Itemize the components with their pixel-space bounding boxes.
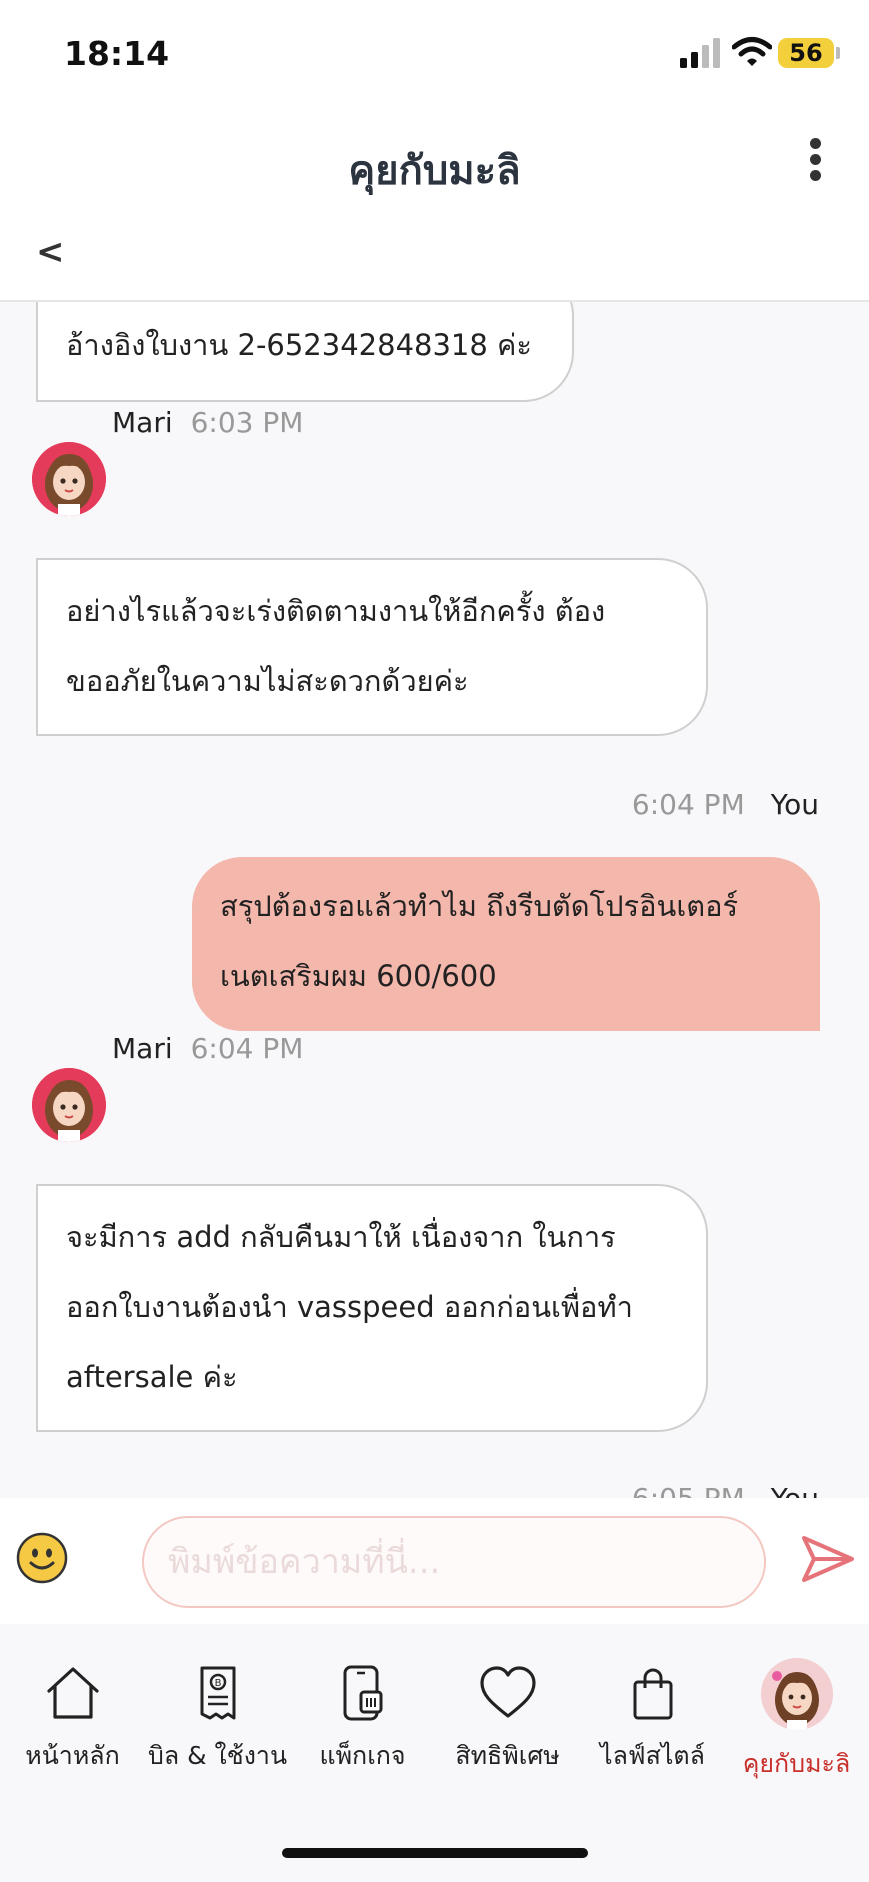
incoming-message-bubble: จะมีการ add กลับคืนมาให้ เนื่องจาก ในการ… (36, 1184, 708, 1432)
message-time: 6:05 PM (632, 1482, 745, 1498)
message-text: ขออภัยในความไม่สะดวกด้วยค่ะ (66, 664, 469, 698)
mari-avatar (32, 1068, 106, 1142)
home-icon (46, 1667, 99, 1719)
svg-text:B: B (214, 1678, 221, 1689)
tab-bill-usage[interactable]: B บิล & ใช้งาน (145, 1664, 290, 1804)
tab-lifestyle[interactable]: ไลฟ์สไตล์ (580, 1664, 725, 1804)
outgoing-message-bubble: สรุปต้องรอแล้วทำไม ถึงรีบตัดโปรอินเตอร์ … (192, 857, 820, 1031)
heart-icon (479, 1666, 536, 1718)
battery-indicator: 56 (778, 38, 834, 68)
shopping-bag-icon (633, 1668, 672, 1720)
signal-icon (680, 38, 720, 68)
outgoing-message-meta: 6:04 PM You (632, 788, 819, 821)
bottom-tab-bar: หน้าหลัก B บิล & ใช้งาน แพ็กเกจ สิทธิพิเ… (0, 1624, 869, 1882)
status-bar: 18:14 56 (0, 0, 869, 100)
status-time: 18:14 (64, 34, 170, 73)
tab-chat-mali[interactable]: คุยกับมะลิ (724, 1658, 869, 1804)
message-sender-line: Mari 6:03 PM (112, 406, 303, 439)
emoji-icon[interactable] (16, 1532, 68, 1584)
more-options-icon[interactable] (800, 138, 830, 192)
tab-privileges[interactable]: สิทธิพิเศษ (435, 1664, 580, 1804)
tab-label: บิล & ใช้งาน (147, 1741, 288, 1770)
outgoing-message-meta: 6:05 PM You (632, 1482, 819, 1498)
page-title: คุยกับมะลิ (348, 148, 521, 194)
sender-name: Mari (112, 406, 173, 439)
tab-label: หน้าหลัก (25, 1741, 120, 1770)
incoming-message-bubble: อ้างอิงใบงาน 2-652342848318 ค่ะ (36, 302, 574, 402)
bill-icon: B (200, 1666, 235, 1720)
tab-label: ไลฟ์สไตล์ (600, 1741, 705, 1770)
message-time: 6:04 PM (190, 1032, 304, 1065)
chat-header: คุยกับมะลิ < (0, 100, 869, 302)
sender-name: Mari (112, 1032, 173, 1065)
message-time: 6:04 PM (631, 788, 745, 821)
battery-tip (836, 47, 840, 59)
message-sender-line: Mari 6:04 PM (112, 1032, 303, 1065)
tab-package[interactable]: แพ็กเกจ (290, 1664, 435, 1804)
tab-home[interactable]: หน้าหลัก (0, 1664, 145, 1804)
message-text: จะมีการ add กลับคืนมาให้ เนื่องจาก ในการ (66, 1220, 616, 1254)
tab-label: สิทธิพิเศษ (455, 1741, 560, 1770)
back-button[interactable]: < (36, 232, 65, 272)
message-text: aftersale ค่ะ (66, 1360, 238, 1394)
message-text: อย่างไรแล้วจะเร่งติดตามงานให้อีกครั้ง ต้… (66, 594, 606, 628)
message-input[interactable] (142, 1516, 766, 1608)
message-composer (0, 1498, 869, 1624)
message-text: เนตเสริมผม 600/600 (220, 959, 497, 993)
send-icon[interactable] (800, 1534, 856, 1584)
sender-name: You (771, 1482, 819, 1498)
home-indicator (282, 1848, 588, 1858)
tab-label: แพ็กเกจ (319, 1741, 406, 1770)
message-text: สรุปต้องรอแล้วทำไม ถึงรีบตัดโปรอินเตอร์ (220, 889, 739, 923)
wifi-icon (732, 37, 772, 66)
message-time: 6:03 PM (190, 406, 304, 439)
package-icon (343, 1665, 382, 1721)
chat-messages[interactable]: อ้างอิงใบงาน 2-652342848318 ค่ะ Mari 6:03… (0, 302, 869, 1498)
incoming-message-bubble: อย่างไรแล้วจะเร่งติดตามงานให้อีกครั้ง ต้… (36, 558, 708, 736)
mari-avatar (32, 442, 106, 516)
mali-avatar-icon (760, 1658, 833, 1730)
tab-label: คุยกับมะลิ (742, 1749, 851, 1778)
message-text: ออกใบงานต้องนำ vasspeed ออกก่อนเพื่อทำ (66, 1290, 633, 1324)
sender-name: You (770, 788, 819, 821)
message-text: อ้างอิงใบงาน 2-652342848318 ค่ะ (66, 328, 533, 362)
